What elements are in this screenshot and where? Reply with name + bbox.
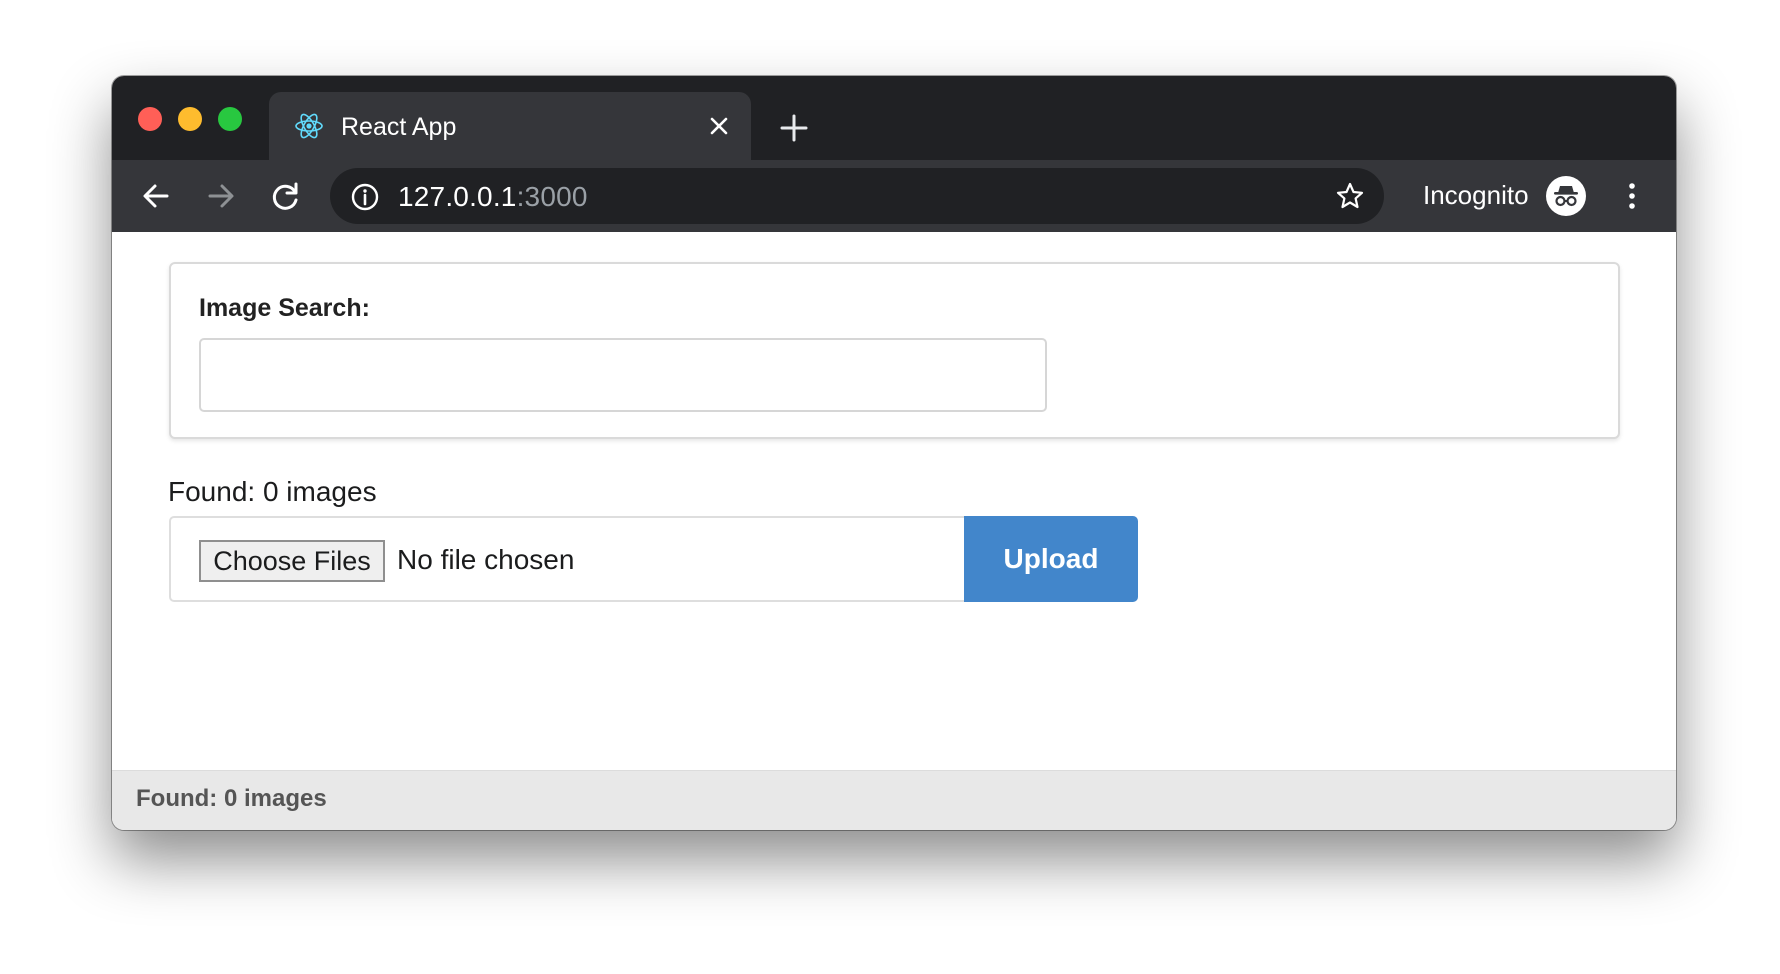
browser-toolbar: 127.0.0.1:3000 Incognito — [112, 160, 1676, 232]
search-card: Image Search: — [169, 262, 1620, 439]
star-icon[interactable] — [1334, 180, 1366, 212]
react-logo-icon — [295, 113, 323, 139]
address-bar[interactable]: 127.0.0.1:3000 — [330, 168, 1384, 224]
kebab-menu-icon[interactable] — [1618, 178, 1646, 214]
status-bar-text: Found: 0 images — [136, 785, 327, 812]
image-search-label: Image Search: — [199, 294, 370, 322]
upload-form: Choose Files No file chosen Upload — [169, 516, 1138, 602]
found-count-text: Found: 0 images — [168, 476, 377, 507]
upload-button[interactable]: Upload — [964, 516, 1138, 602]
status-bar: Found: 0 images — [112, 770, 1676, 830]
incognito-label: Incognito — [1423, 180, 1529, 210]
info-icon[interactable] — [350, 182, 380, 212]
choose-files-button[interactable]: Choose Files — [199, 540, 385, 582]
image-search-input[interactable] — [199, 338, 1047, 412]
reload-icon[interactable] — [266, 176, 306, 216]
close-icon[interactable] — [705, 112, 733, 140]
browser-window: React App 127.0.0.1:3000 Incognito Image… — [112, 76, 1676, 830]
url-port: :3000 — [516, 181, 588, 212]
url-text: 127.0.0.1:3000 — [398, 181, 588, 213]
file-input[interactable]: Choose Files No file chosen — [169, 516, 964, 602]
tab-title: React App — [341, 113, 457, 141]
url-host: 127.0.0.1 — [398, 181, 517, 212]
window-close-button[interactable] — [138, 107, 162, 131]
window-minimize-button[interactable] — [178, 107, 202, 131]
title-bar: React App — [112, 76, 1676, 176]
window-zoom-button[interactable] — [218, 107, 242, 131]
new-tab-plus-icon[interactable] — [776, 110, 812, 146]
arrow-left-icon[interactable] — [136, 176, 176, 216]
page-content: Image Search: Found: 0 images Choose Fil… — [112, 232, 1676, 770]
file-status-text: No file chosen — [397, 544, 575, 575]
arrow-right-icon[interactable] — [201, 176, 241, 216]
incognito-icon[interactable] — [1546, 176, 1586, 216]
